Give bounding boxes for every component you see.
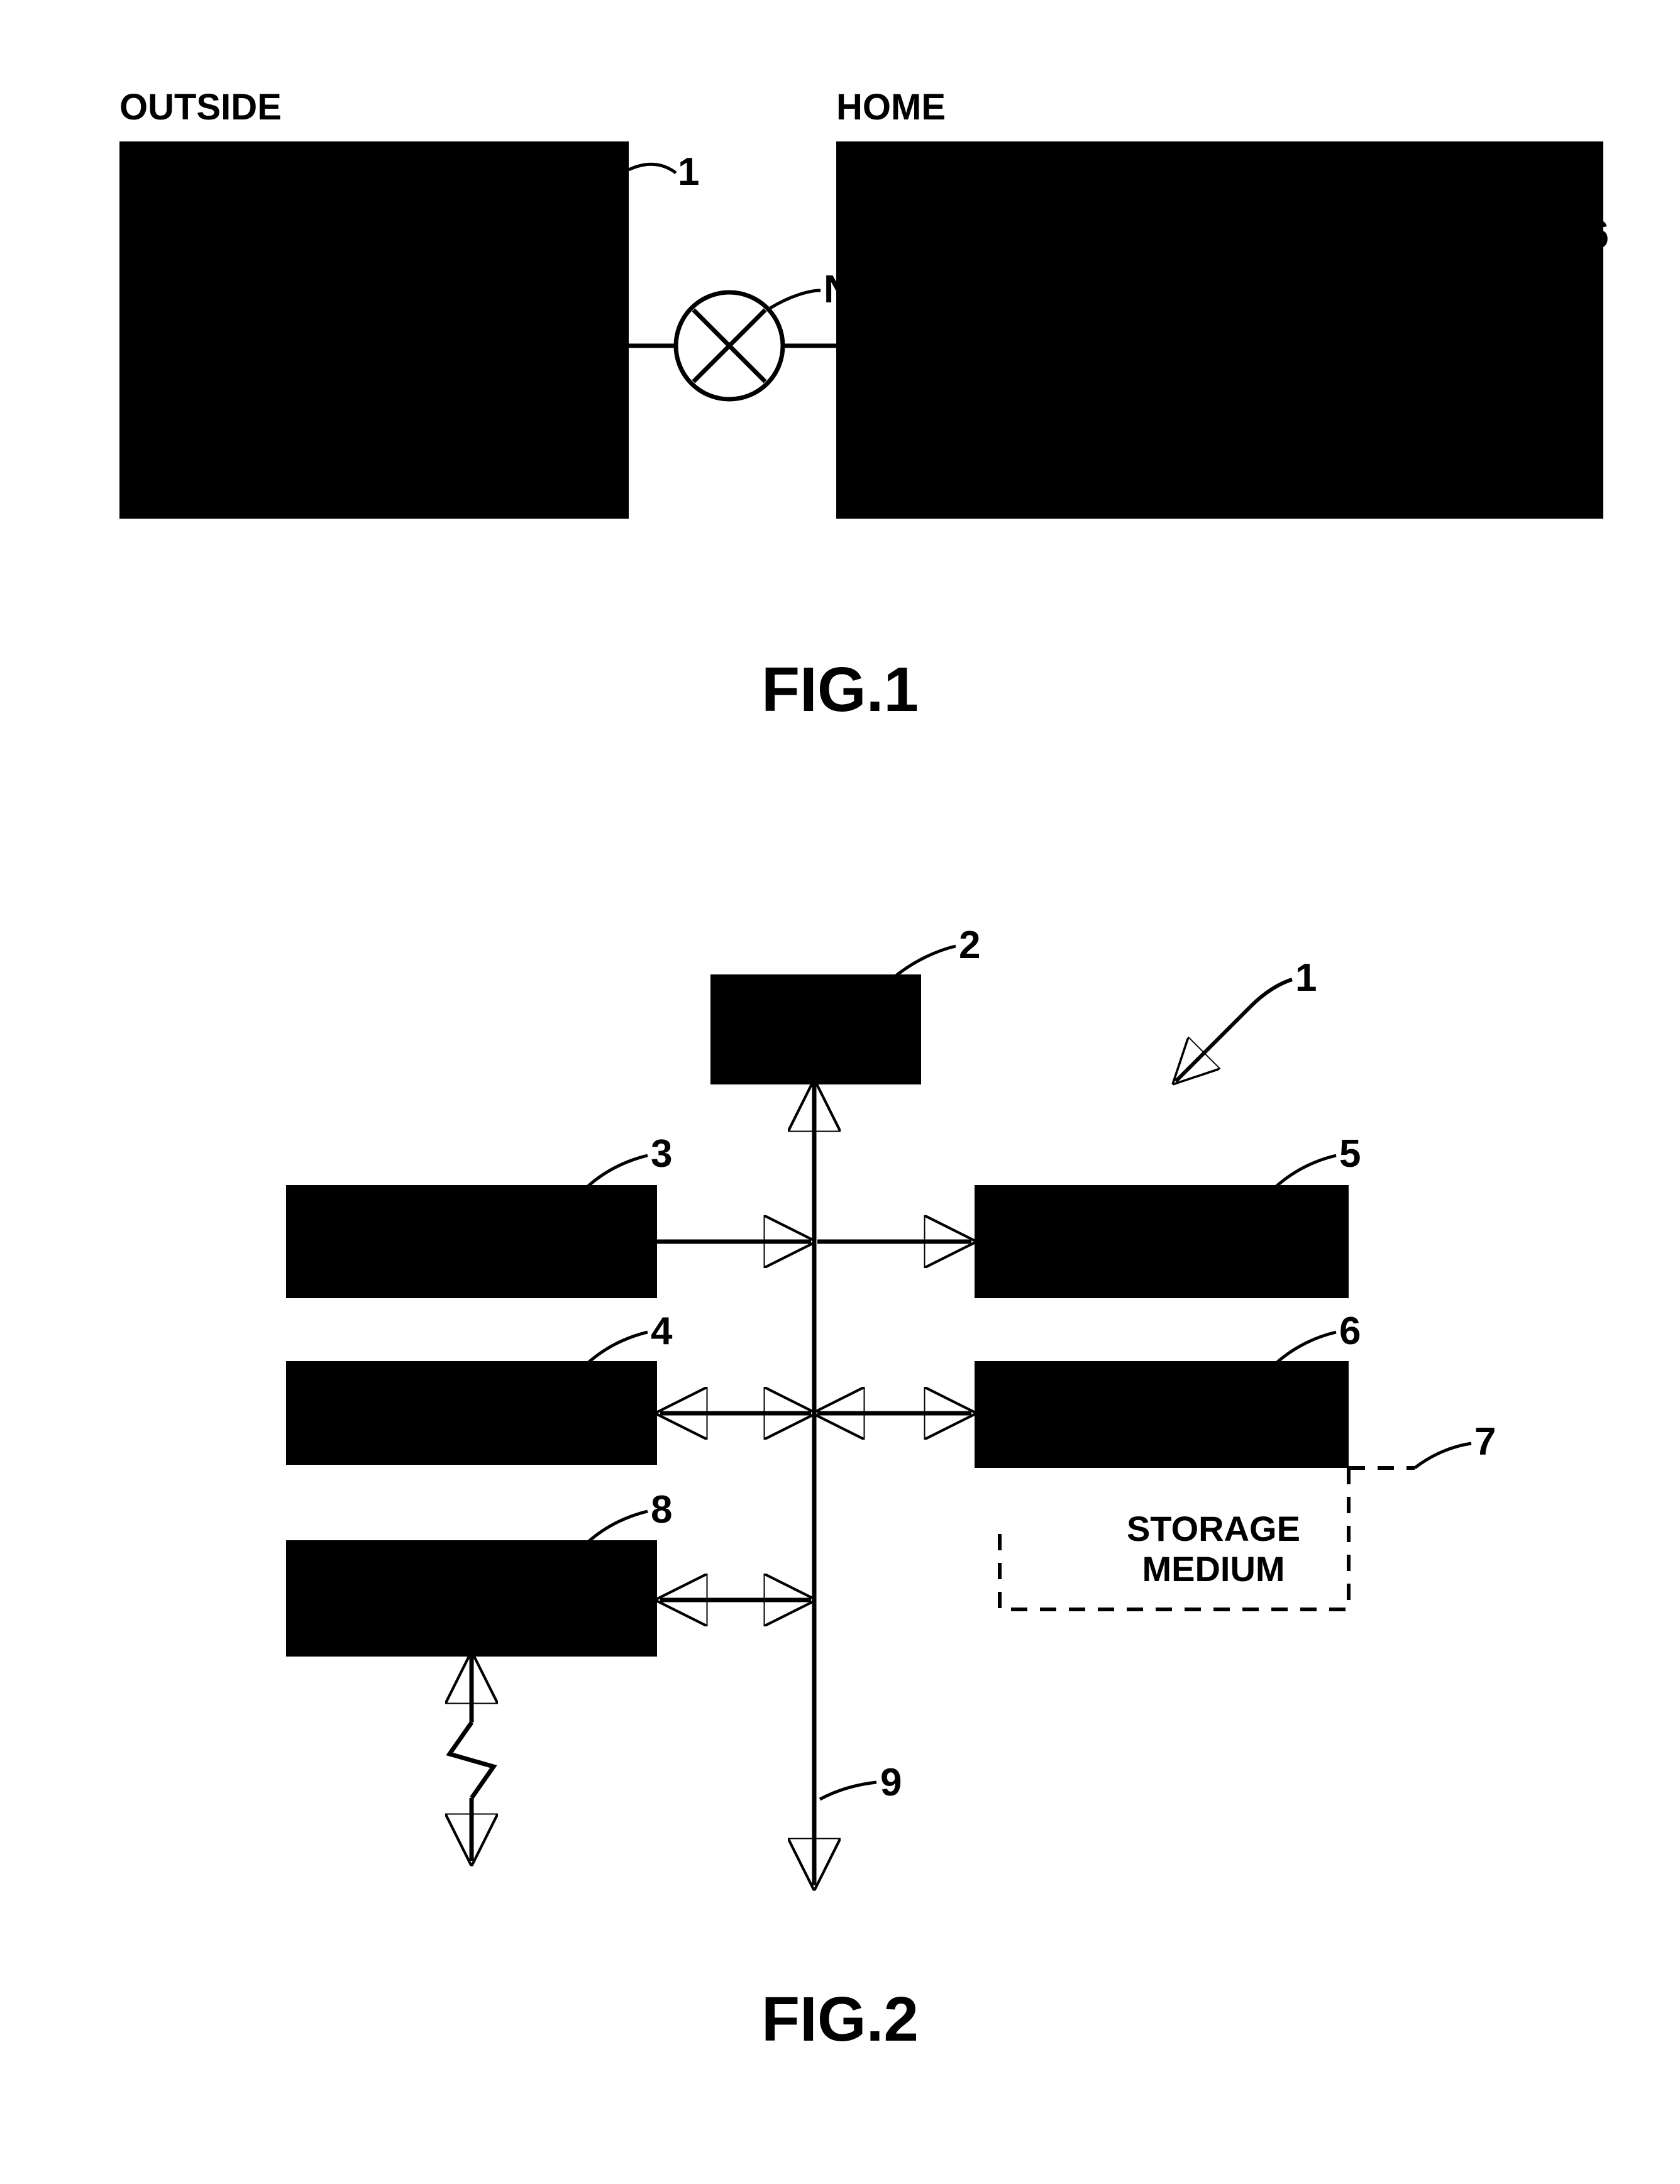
lead-memdev-6: 6 bbox=[550, 263, 572, 307]
lead-network-n: N bbox=[824, 267, 852, 312]
cpu-label: C P U bbox=[710, 1011, 921, 1053]
hostpc-label: HOST P C bbox=[893, 297, 1015, 378]
storage-label: LARGE CAPACITY STORAGE DEVICE bbox=[1094, 336, 1559, 417]
lead-terminal-1: 1 bbox=[678, 150, 699, 194]
lead-comm-8: 8 bbox=[651, 1487, 672, 1532]
terminal-title: MOBILE TERMINAL P D A bbox=[163, 165, 585, 290]
lead-memdev-6b: 6 bbox=[1339, 1309, 1361, 1354]
fig2-caption: FIG.2 bbox=[0, 1983, 1680, 2056]
lead-storage-medium-7: 7 bbox=[1474, 1420, 1496, 1464]
storage-medium-label: STORAGE MEDIUM bbox=[1044, 1509, 1383, 1590]
lead-system-1: 1 bbox=[1295, 956, 1317, 1000]
outside-label: OUTSIDE bbox=[119, 87, 282, 129]
fig2-memdev-label: SMALL CAPACITY MEMORY DEVICE bbox=[975, 1377, 1349, 1449]
fig1-memdev-label: SMALL CAPACITY MEMORY DEVICE bbox=[179, 365, 569, 443]
diagram-svg bbox=[0, 0, 1680, 2184]
lead-hostpc-20: 20 bbox=[1069, 228, 1112, 272]
lead-display-5: 5 bbox=[1339, 1132, 1361, 1176]
home-label: HOME bbox=[836, 87, 946, 129]
display-label: DISPLAY DEVICE bbox=[975, 1201, 1349, 1282]
lead-bus-9: 9 bbox=[880, 1760, 902, 1805]
ram-label: R A M bbox=[286, 1393, 657, 1435]
lead-ram-4: 4 bbox=[651, 1309, 672, 1354]
comm-label: COMMUNICATION DEVICE bbox=[286, 1558, 657, 1633]
lead-input-3: 3 bbox=[651, 1132, 672, 1176]
lead-storage-26: 26 bbox=[1566, 212, 1609, 257]
page-container: OUTSIDE HOME MOBILE TERMINAL P D A SMALL… bbox=[0, 0, 1680, 2184]
lead-cpu-2: 2 bbox=[959, 923, 980, 968]
input-label: INPUT DEVICE bbox=[286, 1201, 657, 1282]
fig1-caption: FIG.1 bbox=[0, 654, 1680, 726]
